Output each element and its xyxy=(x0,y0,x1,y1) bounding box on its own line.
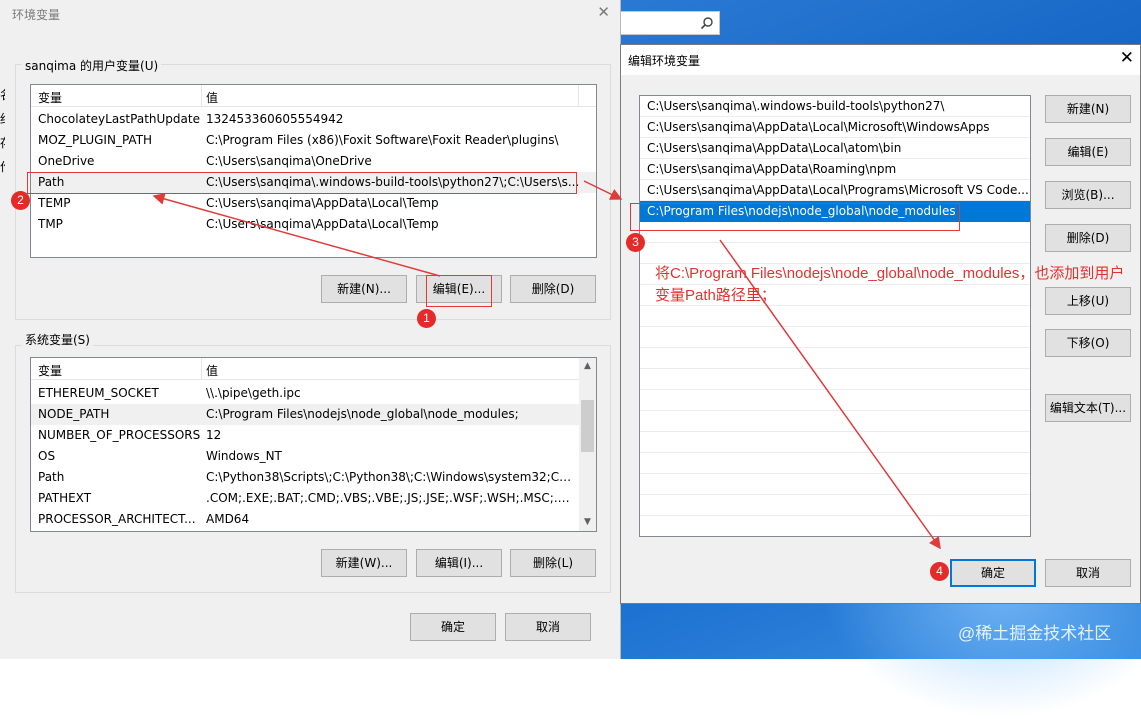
annotation-note: 将C:\Program Files\nodejs\node_global\nod… xyxy=(655,265,1125,304)
table-row[interactable]: OS Windows_NT xyxy=(31,446,581,467)
var-value: C:\Users\sanqima\.windows-build-tools\py… xyxy=(206,175,580,189)
var-value: C:\Users\sanqima\AppData\Local\Temp xyxy=(206,217,439,231)
var-name: OneDrive xyxy=(38,154,95,168)
user-edit-button[interactable]: 编辑(E)... xyxy=(416,275,502,303)
step-badge: 2 xyxy=(11,191,30,210)
var-value: \\.\pipe\geth.ipc xyxy=(206,386,301,400)
close-icon[interactable]: ✕ xyxy=(597,4,610,20)
var-value: Windows_NT xyxy=(206,449,282,463)
cancel-button[interactable]: 取消 xyxy=(1045,559,1131,587)
user-vars-list[interactable]: 变量 值 ChocolateyLastPathUpdate 1324533606… xyxy=(30,84,597,258)
user-new-button[interactable]: 新建(N)... xyxy=(321,275,407,303)
move-down-button[interactable]: 下移(O) xyxy=(1045,329,1131,357)
var-value: C:\Users\sanqima\OneDrive xyxy=(206,154,372,168)
system-edit-button[interactable]: 编辑(I)... xyxy=(416,549,502,577)
ok-button[interactable]: 确定 xyxy=(410,613,496,641)
table-row[interactable]: PATHEXT .COM;.EXE;.BAT;.CMD;.VBS;.VBE;.J… xyxy=(31,488,581,509)
var-name: OS xyxy=(38,449,56,463)
table-row[interactable]: NUMBER_OF_PROCESSORS 12 xyxy=(31,425,581,446)
var-name: PROCESSOR_ARCHITECT... xyxy=(38,512,196,526)
edit-button[interactable]: 编辑(E) xyxy=(1045,138,1131,166)
var-value: C:\Program Files (x86)\Foxit Software\Fo… xyxy=(206,133,559,147)
column-header-variable[interactable]: 变量 xyxy=(38,362,62,379)
path-entry-selected[interactable]: C:\Program Files\nodejs\node_global\node… xyxy=(640,201,1030,222)
path-entry[interactable]: C:\Users\sanqima\.windows-build-tools\py… xyxy=(640,96,1030,117)
var-value: C:\Python38\Scripts\;C:\Python38\;C:\Win… xyxy=(206,470,574,484)
table-row[interactable]: TEMP C:\Users\sanqima\AppData\Local\Temp xyxy=(31,193,596,214)
var-name: NODE_PATH xyxy=(38,407,110,421)
var-value: .COM;.EXE;.BAT;.CMD;.VBS;.VBE;.JS;.JSE;.… xyxy=(206,491,574,505)
var-name: TMP xyxy=(38,217,63,231)
table-row[interactable]: Path C:\Python38\Scripts\;C:\Python38\;C… xyxy=(31,467,581,488)
vertical-scrollbar[interactable]: ▲ ▼ xyxy=(579,358,596,531)
var-name: TEMP xyxy=(38,196,71,210)
system-vars-label: 系统变量(S) xyxy=(22,331,93,348)
cancel-button[interactable]: 取消 xyxy=(505,613,591,641)
path-entry[interactable]: C:\Users\sanqima\AppData\Roaming\npm xyxy=(640,159,1030,180)
list-header: 变量 值 xyxy=(31,85,596,107)
system-vars-list[interactable]: 变量 值 ETHEREUM_SOCKET \\.\pipe\geth.ipc N… xyxy=(30,357,597,532)
list-header: 变量 值 xyxy=(31,358,596,380)
step-badge: 4 xyxy=(930,562,949,581)
var-name: Path xyxy=(38,470,65,484)
window-title: 环境变量 xyxy=(12,8,61,22)
var-name: PATHEXT xyxy=(38,491,92,505)
edit-env-var-dialog: 编辑环境变量 ✕ C:\Users\sanqima\.windows-build… xyxy=(620,44,1141,604)
var-name: MOZ_PLUGIN_PATH xyxy=(38,133,153,147)
var-value: C:\Program Files\nodejs\node_global\node… xyxy=(206,407,519,421)
background-search-box[interactable] xyxy=(620,11,720,35)
var-name: NUMBER_OF_PROCESSORS xyxy=(38,428,201,442)
user-vars-label: sanqima 的用户变量(U) xyxy=(22,57,162,74)
var-value: 132453360605554942 xyxy=(206,112,344,126)
scroll-down-icon[interactable]: ▼ xyxy=(579,514,596,531)
system-new-button[interactable]: 新建(W)... xyxy=(321,549,407,577)
dialog-titlebar: 编辑环境变量 ✕ xyxy=(621,45,1140,75)
path-entry[interactable]: C:\Users\sanqima\AppData\Local\Programs\… xyxy=(640,180,1030,201)
delete-button[interactable]: 删除(D) xyxy=(1045,224,1131,252)
table-row[interactable]: NODE_PATH C:\Program Files\nodejs\node_g… xyxy=(31,404,581,425)
close-icon[interactable]: ✕ xyxy=(1120,49,1134,67)
table-row[interactable]: ETHEREUM_SOCKET \\.\pipe\geth.ipc xyxy=(31,383,581,404)
var-value: 12 xyxy=(206,428,222,442)
table-row-path-selected[interactable]: Path C:\Users\sanqima\.windows-build-too… xyxy=(31,172,596,193)
var-name: ChocolateyLastPathUpdate xyxy=(38,112,200,126)
table-row[interactable]: TMP C:\Users\sanqima\AppData\Local\Temp xyxy=(31,214,596,235)
path-entries-list[interactable]: C:\Users\sanqima\.windows-build-tools\py… xyxy=(639,95,1031,537)
column-header-value[interactable]: 值 xyxy=(206,362,218,379)
browse-button[interactable]: 浏览(B)... xyxy=(1045,181,1131,209)
step-badge: 1 xyxy=(417,309,436,328)
column-header-variable[interactable]: 变量 xyxy=(38,89,62,106)
table-row[interactable]: MOZ_PLUGIN_PATH C:\Program Files (x86)\F… xyxy=(31,130,596,151)
var-name: ETHEREUM_SOCKET xyxy=(38,386,159,400)
ok-button[interactable]: 确定 xyxy=(950,559,1036,587)
var-value: AMD64 xyxy=(206,512,250,526)
search-icon xyxy=(700,17,713,30)
table-row[interactable]: PROCESSOR_ARCHITECT... AMD64 xyxy=(31,509,581,530)
scroll-thumb[interactable] xyxy=(581,400,594,452)
column-header-value[interactable]: 值 xyxy=(206,89,218,106)
var-value: C:\Users\sanqima\AppData\Local\Temp xyxy=(206,196,439,210)
step-badge: 3 xyxy=(626,233,645,252)
table-row[interactable]: ChocolateyLastPathUpdate 132453360605554… xyxy=(31,109,596,130)
dialog-title: 编辑环境变量 xyxy=(628,54,701,68)
table-row[interactable]: OneDrive C:\Users\sanqima\OneDrive xyxy=(31,151,596,172)
user-delete-button[interactable]: 删除(D) xyxy=(510,275,596,303)
path-entry[interactable]: C:\Users\sanqima\AppData\Local\Microsoft… xyxy=(640,117,1030,138)
edit-text-button[interactable]: 编辑文本(T)... xyxy=(1045,394,1131,422)
system-delete-button[interactable]: 删除(L) xyxy=(510,549,596,577)
watermark: @稀土掘金技术社区 xyxy=(958,624,1112,643)
scroll-up-icon[interactable]: ▲ xyxy=(579,358,596,375)
var-name: Path xyxy=(38,175,65,189)
new-button[interactable]: 新建(N) xyxy=(1045,95,1131,123)
path-entry[interactable]: C:\Users\sanqima\AppData\Local\atom\bin xyxy=(640,138,1030,159)
env-vars-window: 环境变量 ✕ sanqima 的用户变量(U) 变量 值 ChocolateyL… xyxy=(5,0,621,659)
